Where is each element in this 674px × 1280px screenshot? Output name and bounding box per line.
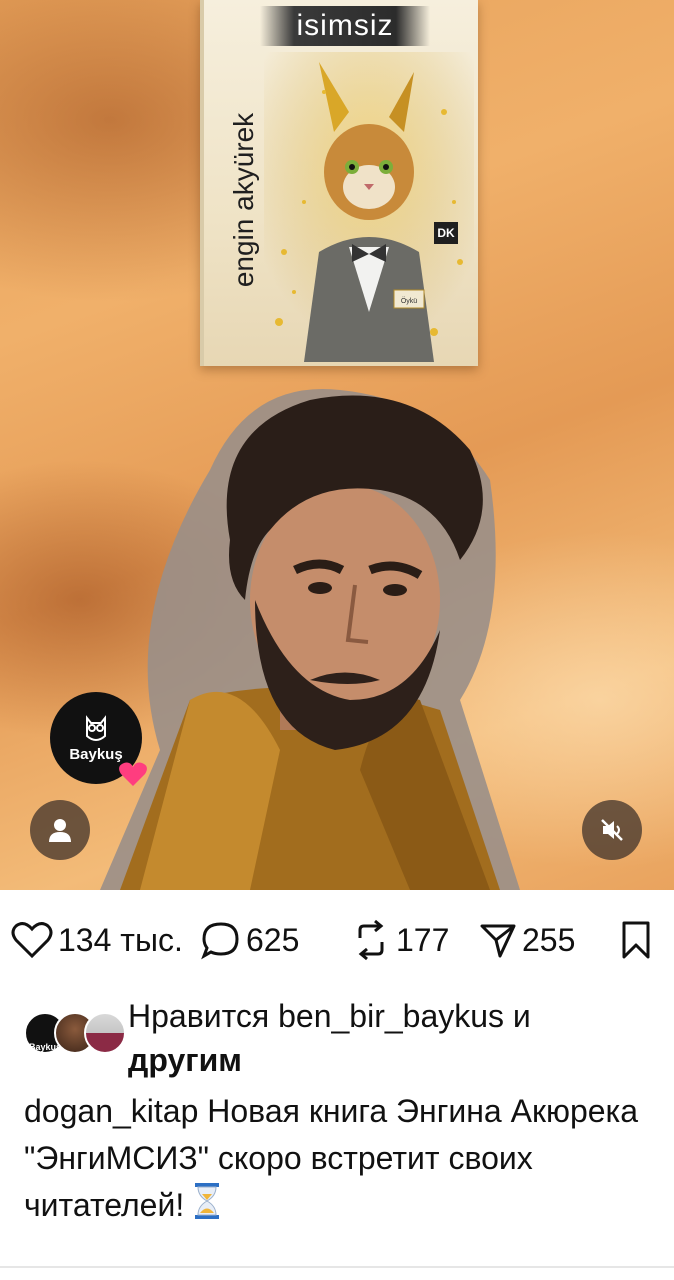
- liked-by-section[interactable]: Baykuş Нравится ben_bir_baykus и другим: [24, 994, 664, 1084]
- comments-count: 625: [246, 921, 300, 958]
- book-cover: isimsiz engin akyürek Öykü DK: [200, 0, 478, 366]
- cover-badge-text: Öykü: [401, 297, 417, 305]
- book-title: isimsiz: [296, 9, 394, 42]
- likes-count: 134 тыс.: [58, 921, 183, 958]
- share-action[interactable]: 255: [478, 908, 575, 972]
- post-caption: dogan_kitap Новая книга Энгина Акюрека "…: [24, 1088, 664, 1229]
- caption-author[interactable]: dogan_kitap: [24, 1093, 198, 1129]
- save-action[interactable]: [618, 908, 654, 972]
- repost-icon: [358, 919, 384, 961]
- heart-sticker-icon: [119, 762, 147, 786]
- comment-action[interactable]: 625: [200, 908, 299, 972]
- owl-icon: [86, 714, 106, 741]
- avatar: [84, 1012, 126, 1054]
- book-author-spine: engin akyürek: [220, 50, 268, 350]
- like-action[interactable]: 134 тыс.: [10, 908, 183, 972]
- post-actions: 134 тыс. 625 177 255: [0, 908, 674, 972]
- book-author: engin akyürek: [228, 112, 259, 288]
- shares-count: 255: [522, 921, 576, 958]
- liked-by-prefix: Нравится: [128, 998, 279, 1034]
- cat-illustration: Öykü: [264, 52, 474, 362]
- comment-icon: [201, 922, 239, 960]
- liked-by-text: Нравится ben_bir_baykus и другим: [128, 994, 668, 1082]
- user-icon: [49, 819, 71, 842]
- liked-by-avatars: Baykuş: [24, 1012, 126, 1054]
- book-title-band: isimsiz: [260, 6, 430, 46]
- speaker-muted-icon: [601, 819, 623, 841]
- liked-by-user[interactable]: ben_bir_baykus: [278, 998, 504, 1034]
- post-media[interactable]: isimsiz engin akyürek Öykü DK Baykuş: [0, 0, 674, 890]
- profile-button[interactable]: [30, 800, 90, 860]
- author-photo: [100, 389, 520, 890]
- heart-icon: [11, 922, 53, 959]
- publisher-logo: DK: [434, 222, 458, 244]
- mute-button[interactable]: [582, 800, 642, 860]
- liked-by-suffix: и: [504, 998, 531, 1034]
- repost-action[interactable]: 177: [350, 908, 449, 972]
- channel-badge-name: Baykuş: [69, 745, 123, 763]
- reposts-count: 177: [396, 921, 450, 958]
- liked-by-others[interactable]: другим: [128, 1042, 242, 1078]
- bookmark-icon: [622, 921, 650, 959]
- divider: [0, 1266, 674, 1268]
- send-icon: [480, 924, 516, 958]
- hourglass-icon: [195, 1183, 220, 1219]
